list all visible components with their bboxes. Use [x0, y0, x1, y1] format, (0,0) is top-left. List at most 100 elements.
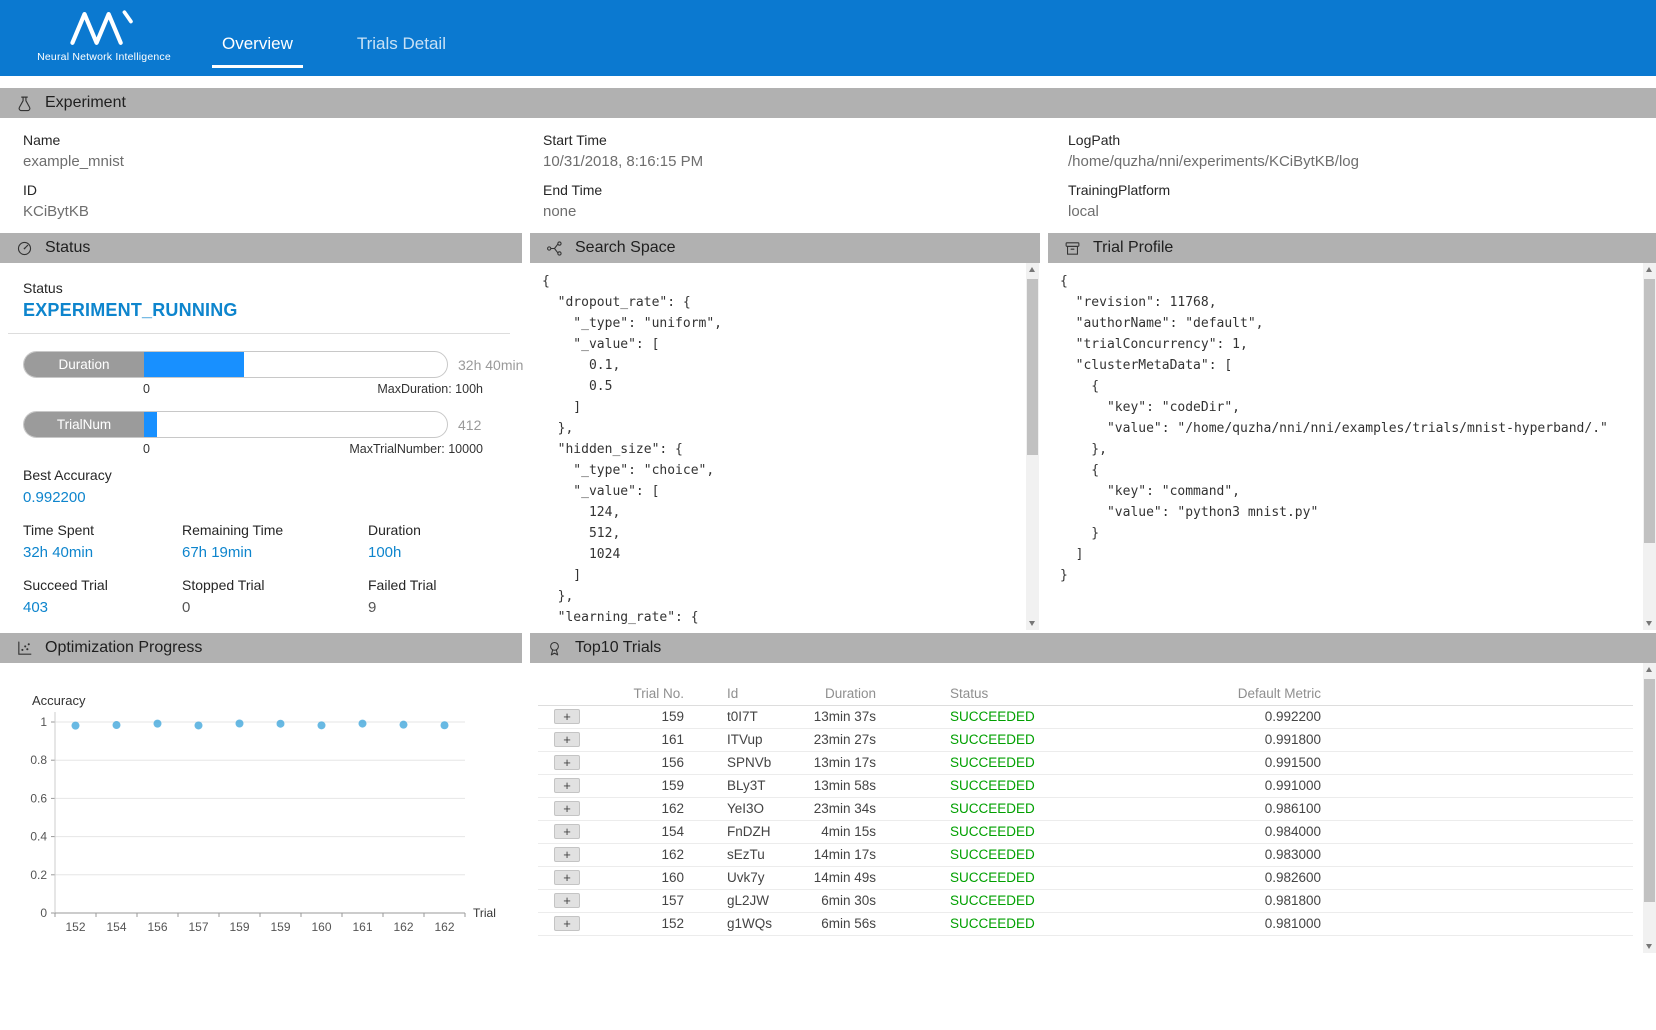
- scroll-down-arrow[interactable]: [1026, 616, 1039, 630]
- cell-duration: 14min 17s: [788, 843, 878, 866]
- chart-x-tick-label: 157: [188, 920, 208, 934]
- nni-logo[interactable]: Neural Network Intelligence: [24, 7, 184, 63]
- stat-failed-trial: Failed Trial 9: [368, 577, 436, 616]
- search-space-json: { "dropout_rate": { "_type": "uniform", …: [542, 271, 1026, 628]
- nni-overview-page: Neural Network Intelligence Overview Tri…: [0, 0, 1656, 1030]
- experiment-status-value: EXPERIMENT_RUNNING: [23, 300, 238, 321]
- scatter-chart-icon: [16, 640, 33, 657]
- table-row: + 159 t0I7T 13min 37s SUCCEEDED 0.992200: [538, 705, 1633, 728]
- field-value: /home/quzha/nni/experiments/KCiBytKB/log: [1068, 153, 1359, 170]
- chart-y-axis-title: Accuracy: [32, 693, 86, 708]
- expand-row-button[interactable]: +: [554, 755, 580, 770]
- duration-progress: Duration 32h 40min 0 MaxDuration: 100h: [23, 351, 523, 396]
- cell-duration: 6min 56s: [788, 912, 878, 935]
- scatter-point: [318, 721, 326, 729]
- expand-row-button[interactable]: +: [554, 824, 580, 839]
- cell-metric: 0.981800: [1078, 889, 1323, 912]
- scroll-up-arrow[interactable]: [1643, 263, 1656, 277]
- scrollbar-track[interactable]: [1643, 677, 1656, 939]
- expand-row-button[interactable]: +: [554, 847, 580, 862]
- tab-trials-detail[interactable]: Trials Detail: [347, 34, 456, 68]
- stat-best-accuracy: Best Accuracy 0.992200: [23, 467, 112, 506]
- cell-trial-no: 156: [596, 751, 686, 774]
- top10-section-header: Top10 Trials: [530, 633, 1656, 663]
- trial-profile-scrollbar[interactable]: [1643, 263, 1656, 630]
- trial-profile-section-header: Trial Profile: [1048, 233, 1656, 263]
- cell-status: SUCCEEDED: [878, 705, 1078, 728]
- stat-label: Remaining Time: [182, 522, 283, 538]
- cell-duration: 23min 34s: [788, 797, 878, 820]
- experiment-col-3: LogPath /home/quzha/nni/experiments/KCiB…: [1068, 132, 1359, 232]
- expand-row-button[interactable]: +: [554, 870, 580, 885]
- duration-min: 0: [143, 382, 150, 396]
- tab-overview[interactable]: Overview: [212, 34, 303, 68]
- cell-trial-no: 162: [596, 843, 686, 866]
- stat-label: Time Spent: [23, 522, 94, 538]
- cell-trial-no: 161: [596, 728, 686, 751]
- trialnum-bar-value: 412: [458, 417, 481, 433]
- cell-trial-no: 159: [596, 705, 686, 728]
- cell-trial-no: 152: [596, 912, 686, 935]
- search-space-icon: [546, 240, 563, 257]
- field-label: ID: [23, 182, 124, 198]
- top10-trials-panel: Trial No. Id Duration Status Default Met…: [530, 663, 1643, 973]
- expand-row-button[interactable]: +: [554, 732, 580, 747]
- experiment-start-time-field: Start Time 10/31/2018, 8:16:15 PM: [543, 132, 703, 170]
- experiment-name-field: Name example_mnist: [23, 132, 124, 170]
- stat-label: Stopped Trial: [182, 577, 265, 593]
- trial-profile-panel: { "revision": 11768, "authorName": "defa…: [1048, 263, 1643, 630]
- cell-duration: 13min 17s: [788, 751, 878, 774]
- table-row: + 162 YeI3O 23min 34s SUCCEEDED 0.986100: [538, 797, 1633, 820]
- scrollbar-thumb[interactable]: [1644, 679, 1655, 902]
- cell-id: sEzTu: [686, 843, 788, 866]
- field-label: Name: [23, 132, 124, 148]
- expand-row-button[interactable]: +: [554, 916, 580, 931]
- cell-metric: 0.986100: [1078, 797, 1323, 820]
- nni-logo-mark: [65, 7, 143, 49]
- scroll-down-arrow[interactable]: [1643, 939, 1656, 953]
- table-row: + 160 Uvk7y 14min 49s SUCCEEDED 0.982600: [538, 866, 1633, 889]
- stat-stopped-trial: Stopped Trial 0: [182, 577, 265, 616]
- scrollbar-thumb[interactable]: [1644, 279, 1655, 543]
- cell-metric: 0.983000: [1078, 843, 1323, 866]
- chart-y-tick-label: 0.6: [30, 791, 47, 805]
- experiment-col-2: Start Time 10/31/2018, 8:16:15 PM End Ti…: [543, 132, 703, 232]
- gauge-icon: [16, 240, 33, 257]
- cell-trial-no: 154: [596, 820, 686, 843]
- duration-bar-label: Duration: [24, 352, 144, 377]
- cell-duration: 6min 30s: [788, 889, 878, 912]
- scatter-point: [195, 721, 203, 729]
- expand-row-button[interactable]: +: [554, 893, 580, 908]
- expand-row-button[interactable]: +: [554, 801, 580, 816]
- cell-id: t0I7T: [686, 705, 788, 728]
- nav-tabs: Overview Trials Detail: [212, 34, 456, 68]
- scroll-up-arrow[interactable]: [1026, 263, 1039, 277]
- expand-row-button[interactable]: +: [554, 709, 580, 724]
- trialnum-progress: TrialNum 412 0 MaxTrialNumber: 10000: [23, 411, 483, 456]
- cell-metric: 0.991800: [1078, 728, 1323, 751]
- scrollbar-thumb[interactable]: [1027, 279, 1038, 455]
- expand-row-button[interactable]: +: [554, 778, 580, 793]
- scrollbar-track[interactable]: [1643, 277, 1656, 616]
- scroll-up-arrow[interactable]: [1643, 663, 1656, 677]
- col-trial-no: Trial No.: [596, 683, 686, 705]
- scrollbar-track[interactable]: [1026, 277, 1039, 616]
- top10-scrollbar[interactable]: [1643, 663, 1656, 953]
- section-title-trial-profile: Trial Profile: [1093, 239, 1173, 257]
- duration-bar-fill: [144, 352, 244, 377]
- search-space-scrollbar[interactable]: [1026, 263, 1039, 630]
- chart-x-tick-label: 162: [393, 920, 413, 934]
- chart-y-tick-label: 1: [40, 715, 47, 729]
- chart-x-tick-label: 154: [106, 920, 126, 934]
- chart-y-tick-label: 0: [40, 906, 47, 920]
- stat-value: 9: [368, 599, 436, 616]
- divider: [8, 333, 510, 334]
- section-title-optimization: Optimization Progress: [45, 639, 202, 657]
- scroll-down-arrow[interactable]: [1643, 616, 1656, 630]
- trialnum-bar-fill: [144, 412, 157, 437]
- cell-metric: 0.991500: [1078, 751, 1323, 774]
- scatter-point: [113, 721, 121, 729]
- trialnum-max: MaxTrialNumber: 10000: [349, 442, 483, 456]
- cell-trial-no: 157: [596, 889, 686, 912]
- table-row: + 154 FnDZH 4min 15s SUCCEEDED 0.984000: [538, 820, 1633, 843]
